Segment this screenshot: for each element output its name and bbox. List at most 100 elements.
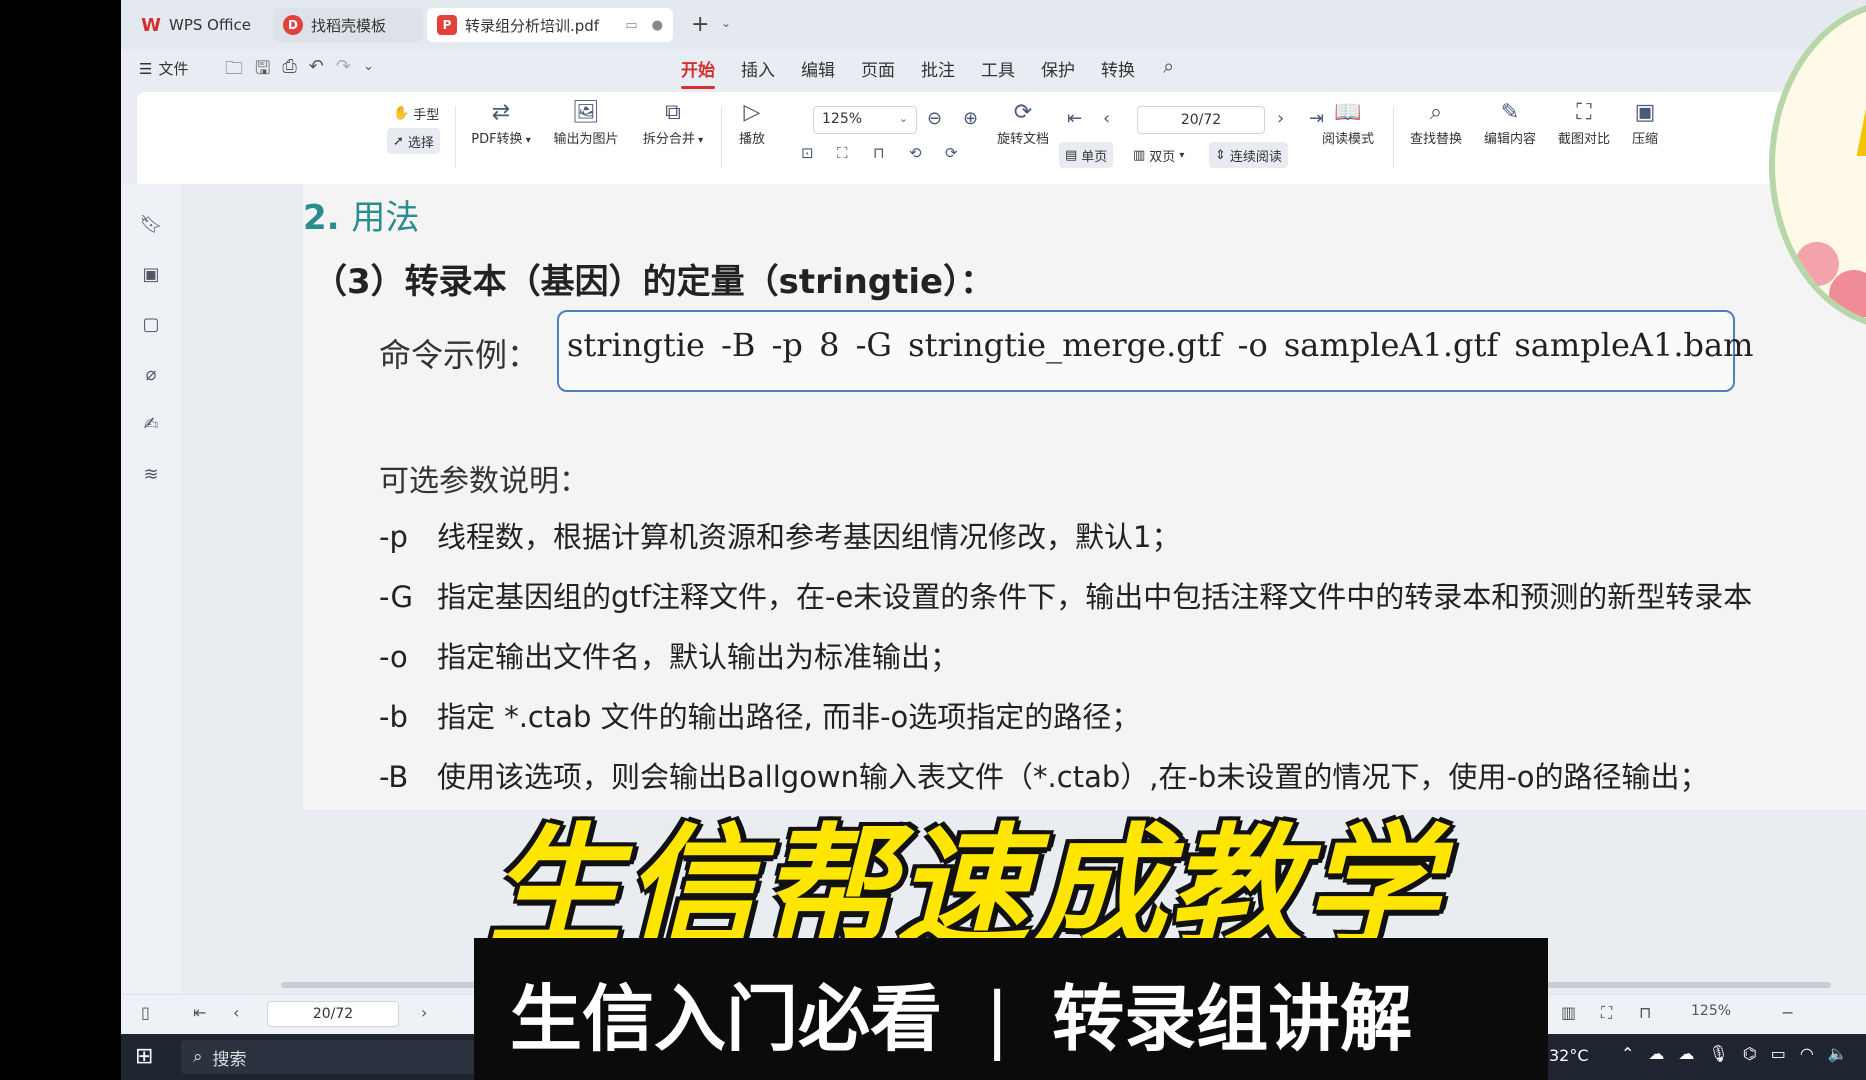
- file-menu[interactable]: ☰ 文件: [139, 58, 188, 79]
- open-folder-icon[interactable]: 🗀: [225, 56, 243, 86]
- option-desc: 线程数，根据计算机资源和参考基因组情况修改，默认1；: [437, 520, 1181, 554]
- thumbnail-icon[interactable]: ▣: [139, 264, 163, 288]
- docer-icon: D: [283, 15, 303, 35]
- pdf-page: 2. 用法 （3）转录本（基因）的定量（stringtie）： 命令示例： st…: [303, 184, 1866, 810]
- fit-page-icon[interactable]: ⛶: [837, 144, 848, 162]
- export-image-button[interactable]: 🖼 输出为图片: [543, 98, 629, 147]
- search-icon[interactable]: ⌕: [1163, 54, 1174, 78]
- tab-template[interactable]: D 找稻壳模板: [273, 8, 423, 42]
- option-line: -p 线程数，根据计算机资源和参考基因组情况修改，默认1；: [379, 514, 1180, 556]
- cloud-icon[interactable]: ☁: [1648, 1044, 1664, 1063]
- save-icon[interactable]: 🖫: [255, 56, 270, 86]
- single-page-label: 单页: [1081, 149, 1108, 165]
- taskbar-search[interactable]: ⌕ 搜索: [181, 1040, 481, 1074]
- layers-icon[interactable]: ≋: [139, 464, 163, 488]
- battery-icon[interactable]: ▭: [1771, 1044, 1786, 1063]
- chevron-down-icon[interactable]: ⌄: [721, 16, 731, 30]
- chevron-down-icon[interactable]: ⌄: [363, 56, 374, 86]
- first-page-icon[interactable]: ⇤: [193, 1003, 206, 1022]
- new-tab-plus-icon[interactable]: +: [691, 12, 709, 37]
- volume-icon[interactable]: 🔈: [1828, 1044, 1848, 1063]
- screenshot-compare-button[interactable]: ⛶ 截图对比: [1549, 98, 1619, 147]
- attachment-icon[interactable]: ⌀: [139, 364, 163, 388]
- fit-page-icon[interactable]: ⛶: [1601, 1003, 1612, 1023]
- caption-subtitle: 生信入门必看 | 转录组讲解: [510, 960, 1412, 1065]
- flower-icon: [1795, 242, 1839, 286]
- menu-tab-edit[interactable]: 编辑: [801, 56, 835, 81]
- rotate-document-button[interactable]: ⟳ 旋转文档: [989, 98, 1057, 147]
- menu-tab-tools[interactable]: 工具: [981, 56, 1015, 81]
- window-icon[interactable]: ▭: [625, 18, 637, 33]
- signature-icon[interactable]: ✍: [139, 414, 163, 438]
- status-page-input[interactable]: 20/72: [267, 1001, 399, 1027]
- rotate-left-icon[interactable]: ⟲: [909, 144, 922, 162]
- onedrive-icon[interactable]: ☁: [1678, 1044, 1694, 1063]
- network-icon[interactable]: ⌬: [1743, 1044, 1757, 1063]
- redo-icon[interactable]: ↷: [336, 56, 351, 86]
- tab-label: 找稻壳模板: [311, 16, 387, 35]
- menu-tab-home[interactable]: 开始: [681, 56, 715, 89]
- file-menu-label: 文件: [158, 60, 189, 78]
- prev-page-icon[interactable]: ‹: [1103, 108, 1110, 129]
- chevron-down-icon: ⌄: [898, 112, 908, 125]
- tab-wps-office[interactable]: W WPS Office: [131, 8, 269, 42]
- double-page-button[interactable]: ▥ 双页 ▾: [1127, 142, 1190, 168]
- fit-width-icon[interactable]: ⊓: [873, 144, 885, 162]
- menu-tab-page[interactable]: 页面: [861, 56, 895, 81]
- compress-button[interactable]: ▣ 压缩: [1623, 98, 1667, 147]
- single-page-button[interactable]: ▤ 单页: [1059, 142, 1114, 168]
- command-example-label: 命令示例：: [379, 336, 540, 374]
- option-flag: -p: [379, 520, 408, 554]
- unsaved-dot-icon[interactable]: ●: [652, 18, 663, 33]
- actual-size-icon[interactable]: ⊡: [801, 144, 814, 162]
- quick-access-toolbar: 🗀 🖫 ⎙ ↶ ↷ ⌄: [225, 56, 374, 86]
- hamburger-icon: ☰: [139, 59, 153, 78]
- pdf-convert-button[interactable]: ⇄ PDF转换 ▾: [461, 98, 541, 147]
- search-icon: ⌕: [1429, 100, 1443, 125]
- continuous-read-button[interactable]: ⇕ 连续阅读: [1209, 142, 1288, 168]
- chevron-up-icon[interactable]: ⌃: [1621, 1044, 1634, 1063]
- wifi-icon[interactable]: ◠: [1800, 1044, 1814, 1063]
- tab-label: WPS Office: [169, 16, 251, 34]
- play-label: 播放: [738, 132, 765, 147]
- microphone-icon[interactable]: 🎙: [1708, 1044, 1728, 1063]
- fit-width-icon[interactable]: ⊓: [1639, 1003, 1651, 1022]
- menu-tab-insert[interactable]: 插入: [741, 56, 775, 81]
- windows-start-icon[interactable]: ⊞: [135, 1044, 153, 1069]
- next-page-icon[interactable]: ›: [421, 1003, 427, 1022]
- hand-tool-button[interactable]: ✋ 手型: [387, 100, 445, 126]
- next-page-icon[interactable]: ›: [1277, 108, 1284, 129]
- print-icon[interactable]: ⎙: [282, 56, 296, 86]
- menu-tab-protect[interactable]: 保护: [1041, 56, 1075, 81]
- option-desc: 指定基因组的gtf注释文件，在-e未设置的条件下，输出中包括注释文件中的转录本和…: [437, 580, 1753, 614]
- find-replace-button[interactable]: ⌕ 查找替换: [1401, 98, 1471, 147]
- view-mode-icon[interactable]: ▥: [1561, 1003, 1576, 1022]
- bookmark-icon[interactable]: 🔖︎: [139, 214, 163, 238]
- zoom-select[interactable]: 125% ⌄: [813, 106, 917, 134]
- image-export-icon: 🖼: [572, 100, 600, 125]
- first-page-icon[interactable]: ⇤: [1067, 108, 1082, 129]
- read-mode-button[interactable]: 📖 阅读模式: [1313, 98, 1383, 147]
- select-tool-button[interactable]: ➚ 选择: [387, 128, 440, 154]
- play-button[interactable]: ▷ 播放: [727, 98, 777, 147]
- page-number-input[interactable]: 20/72: [1137, 106, 1265, 134]
- status-zoom[interactable]: 125%: [1691, 1003, 1731, 1019]
- comment-icon[interactable]: ▢: [139, 314, 163, 338]
- menu-tab-convert[interactable]: 转换: [1101, 56, 1135, 81]
- sidebar-toggle-icon[interactable]: ▯: [141, 1003, 150, 1022]
- prev-page-icon[interactable]: ‹: [233, 1003, 239, 1022]
- menu-tab-comment[interactable]: 批注: [921, 56, 955, 81]
- weather-temp[interactable]: 32°C: [1549, 1046, 1589, 1065]
- caption-sub-right: 转录组讲解: [1052, 977, 1413, 1061]
- zoom-in-icon[interactable]: ⊕: [963, 108, 978, 129]
- zoom-out-icon[interactable]: −: [1781, 1003, 1794, 1022]
- undo-icon[interactable]: ↶: [309, 56, 324, 86]
- rotate-right-icon[interactable]: ⟳: [945, 144, 958, 162]
- tab-pdf-document[interactable]: P 转录组分析培训.pdf ▭ ●: [427, 8, 673, 42]
- pdf-convert-label: PDF转换: [471, 132, 523, 147]
- divider: [721, 106, 722, 168]
- edit-content-button[interactable]: ✎ 编辑内容: [1475, 98, 1545, 147]
- command-example-box: stringtie -B -p 8 -G stringtie_merge.gtf…: [557, 310, 1753, 392]
- zoom-out-icon[interactable]: ⊖: [927, 108, 942, 129]
- split-merge-button[interactable]: ⧉ 拆分合并 ▾: [631, 98, 715, 147]
